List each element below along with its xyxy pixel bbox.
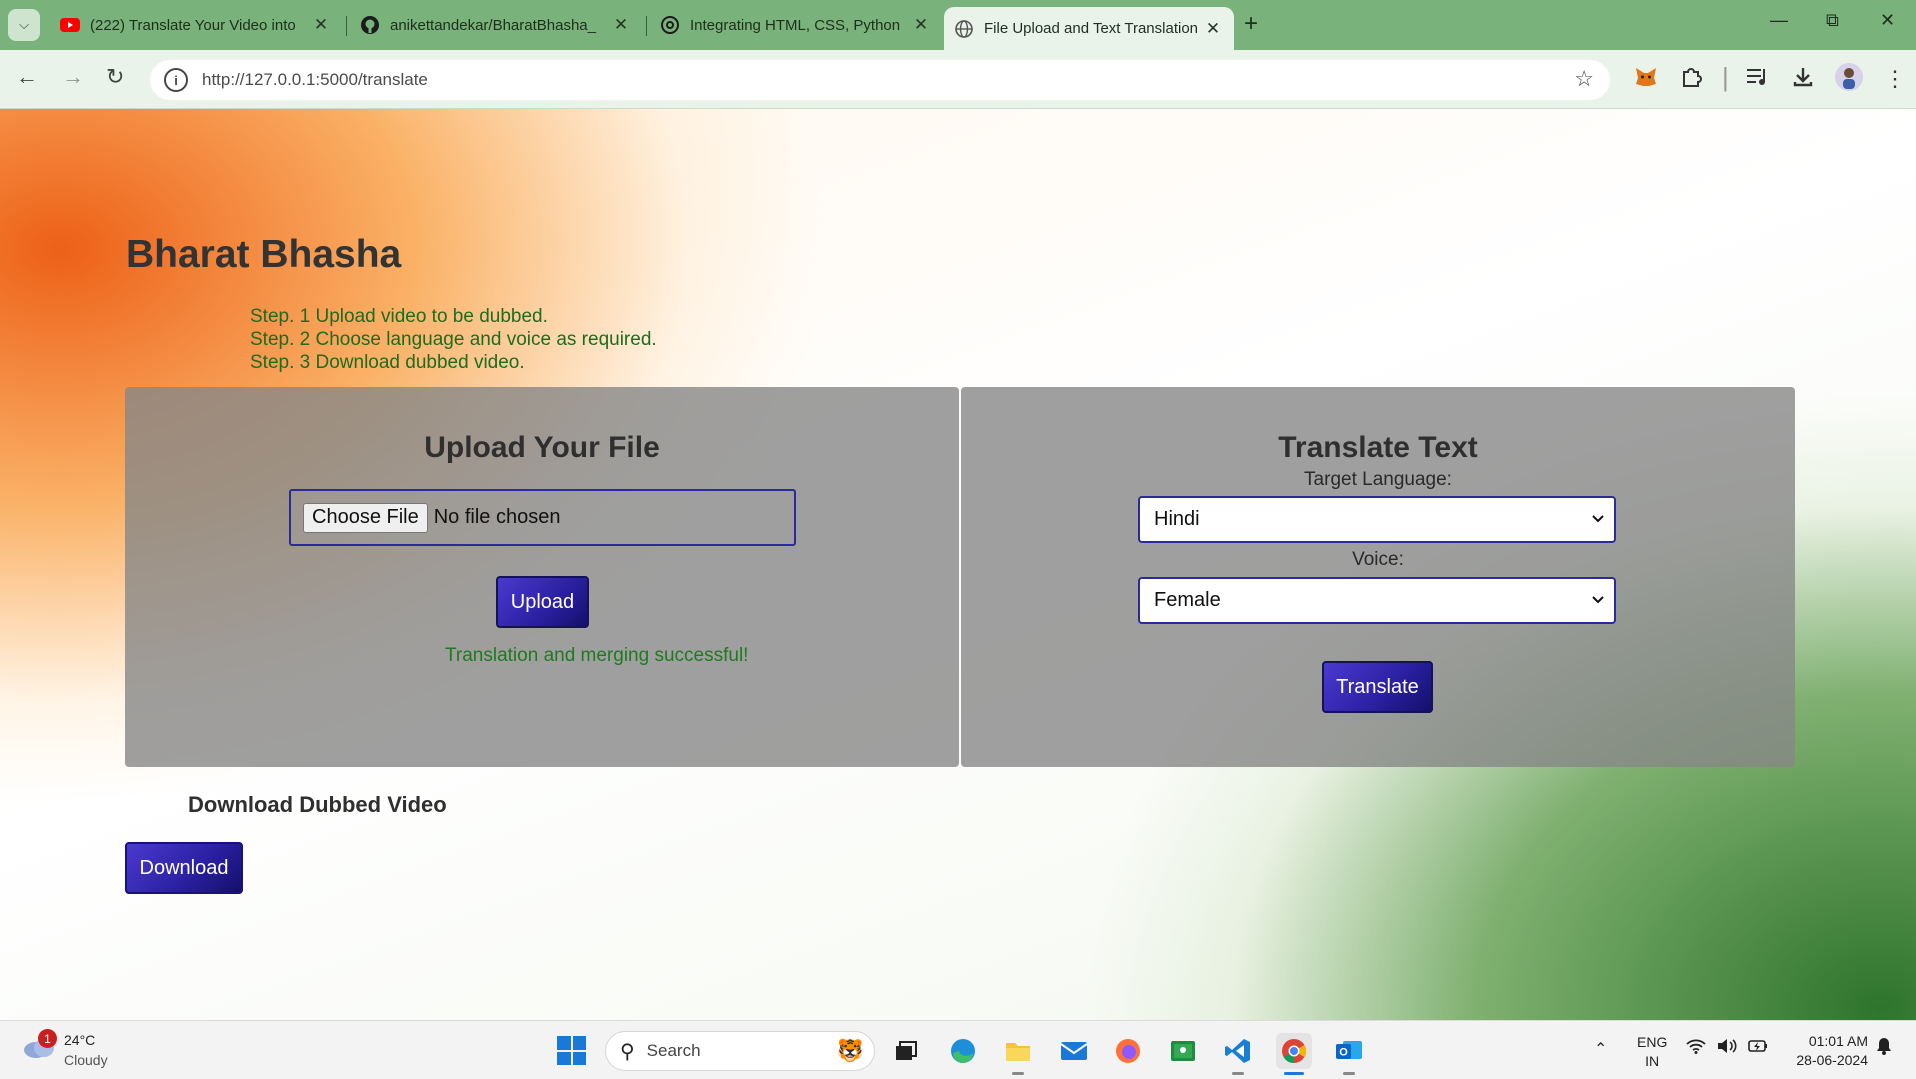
site-title: Bharat Bhasha xyxy=(126,233,402,276)
voice-label: Voice: xyxy=(1352,549,1404,570)
chatgpt-icon xyxy=(660,15,680,35)
search-icon: ⚲ xyxy=(620,1040,635,1063)
close-tab-icon[interactable]: ✕ xyxy=(310,15,332,35)
browser-toolbar: ← → ↻ i http://127.0.0.1:5000/translate … xyxy=(0,50,1916,109)
tab-search-menu-button[interactable]: ⌵ xyxy=(8,9,40,41)
address-bar[interactable]: i http://127.0.0.1:5000/translate ☆ xyxy=(150,60,1610,100)
target-language-value: Hindi xyxy=(1154,508,1200,530)
close-tab-icon[interactable]: ✕ xyxy=(1202,19,1224,39)
more-menu-icon[interactable]: ⋮ xyxy=(1884,66,1906,92)
choose-file-button[interactable]: Choose File xyxy=(303,502,428,533)
tab-youtube[interactable]: (222) Translate Your Video into ✕ xyxy=(50,7,342,43)
minimize-icon[interactable]: — xyxy=(1770,10,1788,31)
chevron-down-icon xyxy=(1592,591,1604,607)
success-message: Translation and merging successful! xyxy=(445,645,749,666)
step-2: Step. 2 Choose language and voice as req… xyxy=(250,329,657,350)
tab-title: File Upload and Text Translation xyxy=(984,20,1199,37)
vscode-icon[interactable] xyxy=(1220,1033,1256,1075)
restore-icon[interactable]: ⧉ xyxy=(1826,10,1839,31)
svg-text:O: O xyxy=(1339,1047,1348,1059)
youtube-icon xyxy=(60,15,80,35)
step-1: Step. 1 Upload video to be dubbed. xyxy=(250,306,548,327)
edge-browser-icon[interactable] xyxy=(945,1033,981,1069)
upload-panel-title: Upload Your File xyxy=(424,431,660,464)
browser-tab-bar: ⌵ (222) Translate Your Video into ✕ anik… xyxy=(0,0,1916,50)
wifi-icon[interactable] xyxy=(1686,1038,1717,1058)
toolbar-divider: | xyxy=(1722,62,1729,92)
taskbar-search-placeholder: Search xyxy=(646,1041,701,1060)
bookmark-star-icon[interactable]: ☆ xyxy=(1574,66,1594,92)
voice-value: Female xyxy=(1154,589,1221,611)
voice-select[interactable]: Female xyxy=(1138,577,1616,624)
firefox-icon[interactable] xyxy=(1110,1033,1146,1069)
file-status-text: No file chosen xyxy=(433,506,561,528)
language-code: ENG xyxy=(1637,1034,1668,1050)
new-tab-plus-icon[interactable]: + xyxy=(1244,10,1258,38)
tab-separator xyxy=(346,16,347,36)
chrome-icon[interactable] xyxy=(1276,1033,1312,1075)
google-classroom-icon[interactable] xyxy=(1165,1033,1201,1069)
show-hidden-icons-chevron-up-icon[interactable]: ⌃ xyxy=(1594,1039,1607,1059)
input-language-indicator[interactable]: ENG IN xyxy=(1637,1033,1667,1071)
translate-panel-title: Translate Text xyxy=(1278,431,1478,464)
reload-icon[interactable]: ↻ xyxy=(106,64,124,90)
github-icon xyxy=(360,15,380,35)
translate-panel: Translate Text Target Language: Hindi Vo… xyxy=(961,387,1795,767)
file-input[interactable]: Choose File No file chosen xyxy=(289,489,796,546)
file-explorer-icon[interactable] xyxy=(1000,1033,1036,1075)
page-content: Bharat Bhasha Step. 1 Upload video to be… xyxy=(0,109,1916,1020)
notification-bell-icon[interactable] xyxy=(1876,1037,1892,1060)
tab-file-upload-active[interactable]: File Upload and Text Translation ✕ xyxy=(944,7,1234,50)
download-button[interactable]: Download xyxy=(125,842,243,894)
target-language-select[interactable]: Hindi xyxy=(1138,496,1616,543)
tab-separator xyxy=(646,16,647,36)
tab-github[interactable]: anikettandekar/BharatBhasha_ ✕ xyxy=(350,7,642,43)
step-3: Step. 3 Download dubbed video. xyxy=(250,352,525,373)
tab-title: (222) Translate Your Video into xyxy=(90,16,296,34)
clock-date: 28-06-2024 xyxy=(1796,1052,1868,1068)
profile-avatar-icon[interactable] xyxy=(1834,62,1864,98)
back-arrow-icon[interactable]: ← xyxy=(16,64,38,90)
address-bar-url: http://127.0.0.1:5000/translate xyxy=(202,70,428,89)
window-close-icon[interactable]: ✕ xyxy=(1880,10,1895,31)
upload-panel: Upload Your File Choose File No file cho… xyxy=(125,387,959,767)
metamask-extension-icon[interactable] xyxy=(1634,66,1658,94)
media-controls-icon[interactable] xyxy=(1746,66,1768,92)
close-tab-icon[interactable]: ✕ xyxy=(610,15,632,35)
upload-button[interactable]: Upload xyxy=(496,576,589,628)
steps-list: Step. 1 Upload video to be dubbed. Step.… xyxy=(250,305,657,374)
volume-icon[interactable] xyxy=(1717,1038,1748,1058)
outlook-new-icon[interactable]: O xyxy=(1331,1033,1367,1075)
task-view-icon[interactable] xyxy=(888,1033,924,1069)
extensions-puzzle-icon[interactable] xyxy=(1680,66,1702,94)
system-clock[interactable]: 01:01 AM 28-06-2024 xyxy=(1786,1032,1868,1070)
tab-title: Integrating HTML, CSS, Python xyxy=(690,16,901,34)
region-code: IN xyxy=(1645,1053,1660,1069)
download-heading: Download Dubbed Video xyxy=(188,792,447,817)
mail-icon[interactable] xyxy=(1056,1033,1092,1069)
search-highlight-icon: 🐯 xyxy=(836,1038,864,1063)
tab-chatgpt[interactable]: Integrating HTML, CSS, Python ✕ xyxy=(650,7,942,43)
system-tray-icons[interactable] xyxy=(1686,1038,1768,1059)
download-icon[interactable] xyxy=(1792,66,1814,94)
target-language-label: Target Language: xyxy=(1304,469,1452,490)
weather-description[interactable]: Cloudy xyxy=(64,1052,108,1068)
clock-time: 01:01 AM xyxy=(1808,1033,1868,1049)
chevron-down-icon xyxy=(1592,510,1604,526)
battery-charging-icon[interactable] xyxy=(1748,1038,1768,1058)
site-info-icon[interactable]: i xyxy=(164,68,188,92)
forward-arrow-icon[interactable]: → xyxy=(62,64,84,90)
globe-icon xyxy=(954,19,974,39)
taskbar-search[interactable]: ⚲ Search 🐯 xyxy=(605,1031,875,1071)
windows-taskbar: 1 24°C Cloudy ⚲ Search 🐯 O ⌃ ENG IN 01:0… xyxy=(0,1020,1916,1079)
weather-temperature[interactable]: 24°C xyxy=(64,1032,95,1048)
chevron-down-icon: ⌵ xyxy=(19,17,29,32)
weather-notification-badge: 1 xyxy=(38,1029,57,1048)
windows-start-icon[interactable] xyxy=(557,1036,586,1065)
close-tab-icon[interactable]: ✕ xyxy=(910,15,932,35)
translate-button[interactable]: Translate xyxy=(1322,661,1433,713)
tab-title: anikettandekar/BharatBhasha_ xyxy=(390,16,596,34)
